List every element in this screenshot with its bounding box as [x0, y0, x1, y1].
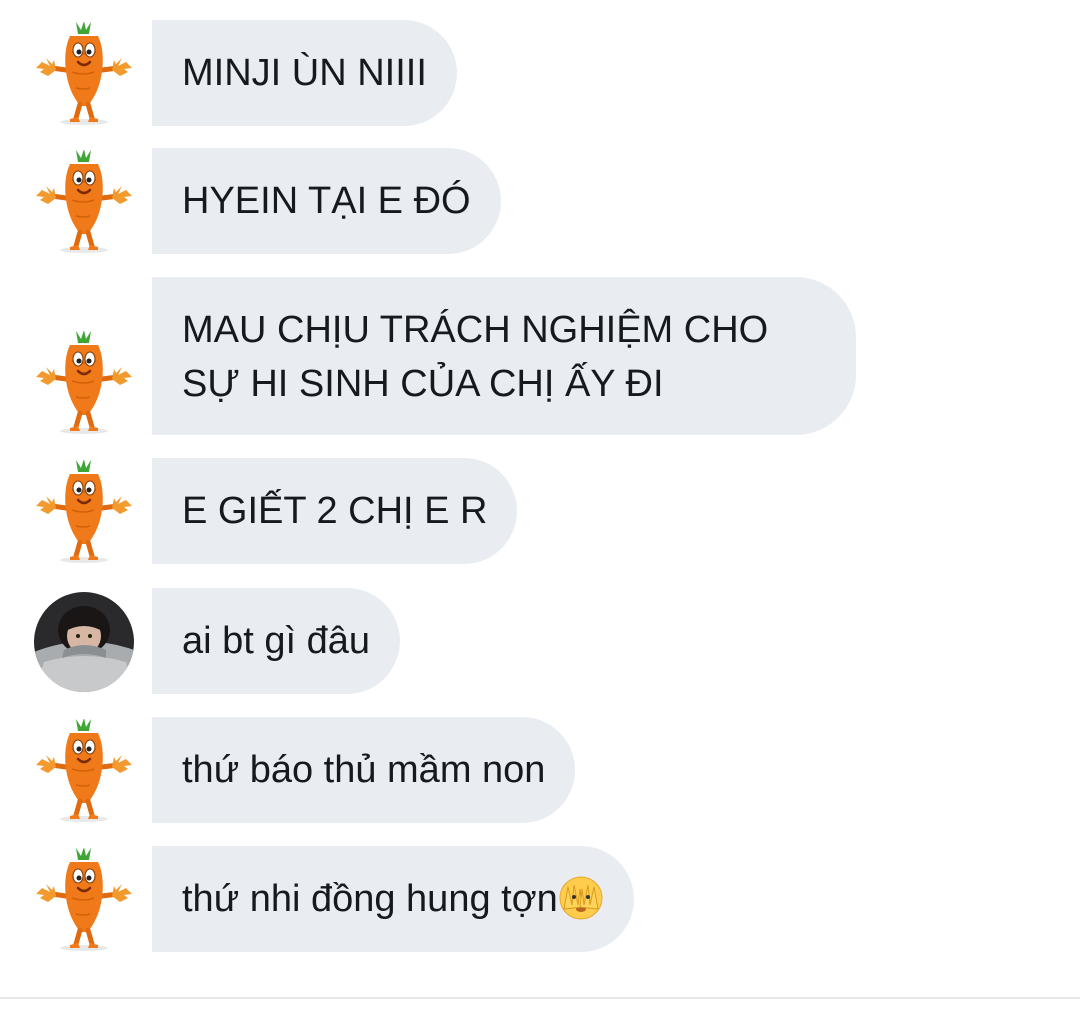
- carrot-avatar-icon[interactable]: [32, 331, 136, 435]
- message-text: thứ nhi đồng hung tợn: [182, 878, 558, 920]
- message-bubble[interactable]: thứ báo thủ mầm non: [152, 717, 576, 823]
- message-text: E GIẾT 2 CHỊ E R: [182, 490, 488, 532]
- message-bubble[interactable]: thứ nhi đồng hung tợn: [152, 846, 634, 952]
- divider: [0, 997, 1080, 999]
- carrot-avatar-icon[interactable]: [32, 460, 136, 564]
- message-bubble[interactable]: MINJI ÙN NIIII: [152, 20, 457, 126]
- message-bubble[interactable]: HYEIN TẠI E ĐÓ: [152, 148, 501, 254]
- message-bubble[interactable]: ai bt gì đâu: [152, 588, 401, 694]
- carrot-avatar-icon[interactable]: [32, 848, 136, 952]
- face-peeking-through-hands-icon: [558, 875, 604, 921]
- carrot-avatar-icon[interactable]: [32, 719, 136, 823]
- message-text: ai bt gì đâu: [182, 620, 371, 662]
- carrot-avatar-icon[interactable]: [32, 22, 136, 126]
- carrot-avatar-icon[interactable]: [32, 150, 136, 254]
- message-bubble[interactable]: E GIẾT 2 CHỊ E R: [152, 458, 518, 564]
- message-bubble[interactable]: MAU CHỊU TRÁCH NGHIỆM CHO SỰ HI SINH CỦA…: [152, 277, 856, 435]
- user-photo-avatar[interactable]: [34, 592, 134, 692]
- message-text-line-1: MAU CHỊU TRÁCH NGHIỆM CHO: [182, 309, 769, 351]
- message-text: MINJI ÙN NIIII: [182, 52, 427, 94]
- message-text: thứ báo thủ mầm non: [182, 749, 546, 791]
- message-text: HYEIN TẠI E ĐÓ: [182, 180, 471, 222]
- message-text-line-2: SỰ HI SINH CỦA CHỊ ẤY ĐI: [182, 363, 664, 405]
